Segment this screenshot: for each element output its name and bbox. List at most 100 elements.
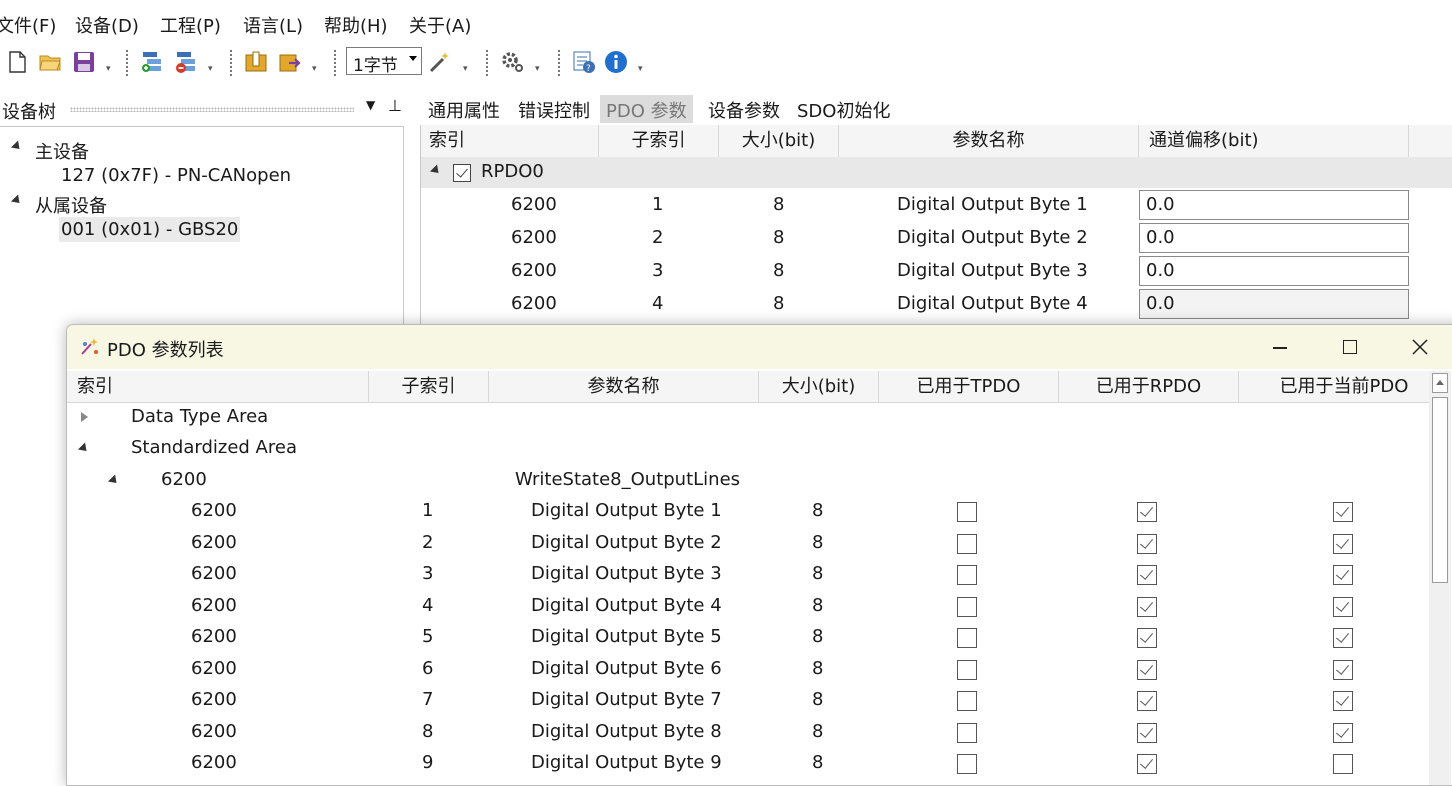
offset-field[interactable]: 0.0 — [1139, 289, 1409, 319]
gear-icon[interactable] — [500, 50, 524, 74]
menu-help[interactable]: 帮助(H) — [324, 12, 388, 38]
current-pdo-checkbox[interactable] — [1333, 596, 1353, 617]
minimize-button[interactable] — [1245, 325, 1315, 369]
table-row[interactable]: 6200 4 8 Digital Output Byte 4 0.0 — [421, 288, 1452, 321]
current-pdo-checkbox[interactable] — [1333, 722, 1353, 743]
collapse-icon[interactable] — [107, 474, 121, 487]
tpdo-checkbox[interactable] — [957, 565, 977, 585]
current-pdo-checkbox[interactable] — [1333, 628, 1353, 648]
table-row[interactable]: 6200 7 Digital Output Byte 7 8 — [67, 685, 1429, 716]
rpdo-group-row[interactable]: RPDO0 — [421, 157, 1452, 188]
byte-size-combo[interactable]: 1字节 — [346, 47, 422, 76]
table-row[interactable]: 6200 5 Digital Output Byte 5 8 — [67, 622, 1429, 653]
tree-row[interactable]: 6200 WriteState8_OutputLines — [67, 465, 1429, 496]
table-row[interactable]: 6200 2 Digital Output Byte 2 8 — [67, 528, 1429, 559]
tab-general[interactable]: 通用属性 — [422, 95, 506, 123]
scroll-up-button[interactable] — [1432, 373, 1448, 393]
tree-row[interactable]: Standardized Area — [67, 433, 1429, 464]
remove-device-icon[interactable] — [174, 50, 198, 74]
tpdo-checkbox[interactable] — [957, 691, 977, 711]
col-param-name[interactable]: 参数名称 — [489, 371, 759, 402]
col-size[interactable]: 大小(bit) — [719, 125, 839, 157]
tpdo-checkbox[interactable] — [957, 659, 977, 680]
offset-field[interactable]: 0.0 — [1139, 223, 1409, 253]
panel-menu-icon[interactable]: ▼ — [366, 98, 375, 112]
rpdo-checkbox[interactable] — [1137, 722, 1157, 743]
tab-device-params[interactable]: 设备参数 — [702, 95, 786, 123]
col-index[interactable]: 索引 — [67, 371, 369, 402]
menu-language[interactable]: 语言(L) — [243, 12, 303, 38]
expand-icon[interactable] — [81, 412, 88, 422]
offset-field[interactable]: 0.0 — [1139, 256, 1409, 286]
tab-error-control[interactable]: 错误控制 — [512, 95, 596, 123]
save-dropdown-icon[interactable]: ▾ — [106, 64, 111, 74]
table-row[interactable]: 6200 1 Digital Output Byte 1 8 — [67, 496, 1429, 527]
table-row[interactable]: 6200 3 Digital Output Byte 3 8 — [67, 559, 1429, 590]
rpdo-checkbox[interactable] — [1137, 754, 1157, 774]
dialog-title-bar[interactable]: PDO 参数列表 — [67, 325, 1452, 369]
table-row[interactable]: 6200 3 8 Digital Output Byte 3 0.0 — [421, 255, 1452, 288]
menu-device[interactable]: 设备(D) — [75, 12, 139, 38]
current-pdo-checkbox[interactable] — [1333, 754, 1353, 774]
maximize-button[interactable] — [1315, 325, 1385, 369]
expand-icon[interactable] — [429, 164, 443, 177]
info-dropdown-icon[interactable]: ▾ — [638, 64, 643, 74]
menu-file[interactable]: 文件(F) — [0, 12, 56, 38]
current-pdo-checkbox[interactable] — [1333, 533, 1353, 554]
vertical-scrollbar[interactable] — [1429, 371, 1451, 785]
col-param-name[interactable]: 参数名称 — [839, 125, 1139, 157]
current-pdo-checkbox[interactable] — [1333, 565, 1353, 585]
scroll-thumb[interactable] — [1432, 397, 1448, 583]
current-pdo-checkbox[interactable] — [1333, 691, 1353, 711]
open-folder-icon[interactable] — [38, 50, 62, 74]
table-row[interactable]: 6200 9 Digital Output Byte 9 8 — [67, 748, 1429, 779]
table-row[interactable]: 6200 2 8 Digital Output Byte 2 0.0 — [421, 222, 1452, 255]
tpdo-checkbox[interactable] — [957, 533, 977, 554]
table-row[interactable]: 6200 6 Digital Output Byte 6 8 — [67, 654, 1429, 685]
rpdo-checkbox[interactable] — [1137, 565, 1157, 585]
chevron-down-icon[interactable] — [409, 56, 417, 61]
tab-pdo[interactable]: PDO 参数 — [600, 95, 693, 123]
expand-icon[interactable] — [10, 140, 24, 153]
transfer-dropdown-icon[interactable]: ▾ — [312, 64, 317, 74]
collapse-icon[interactable] — [77, 442, 91, 455]
menu-project[interactable]: 工程(P) — [160, 12, 221, 38]
download-icon[interactable] — [278, 50, 302, 74]
tree-item-slaves[interactable]: 从属设备 — [35, 192, 107, 218]
col-size[interactable]: 大小(bit) — [759, 371, 879, 402]
add-device-icon[interactable] — [140, 50, 164, 74]
expand-icon[interactable] — [10, 194, 24, 207]
tree-item-master-device[interactable]: 127 (0x7F) - PN-CANopen — [61, 165, 291, 186]
menu-about[interactable]: 关于(A) — [409, 12, 471, 38]
col-used-current[interactable]: 已用于当前PDO — [1239, 371, 1449, 402]
tpdo-checkbox[interactable] — [957, 628, 977, 648]
tree-item-master[interactable]: 主设备 — [35, 138, 89, 164]
pin-icon[interactable]: ⊥ — [388, 96, 402, 115]
col-subindex[interactable]: 子索引 — [599, 125, 719, 157]
save-icon[interactable] — [72, 50, 96, 74]
rpdo-checkbox[interactable] — [1137, 659, 1157, 680]
tpdo-checkbox[interactable] — [957, 596, 977, 617]
table-row[interactable]: 6200 8 Digital Output Byte 8 8 — [67, 717, 1429, 748]
col-offset[interactable]: 通道偏移(bit) — [1139, 125, 1409, 157]
tab-sdo-init[interactable]: SDO初始化 — [791, 95, 896, 123]
col-index[interactable]: 索引 — [421, 125, 599, 157]
col-subindex[interactable]: 子索引 — [369, 371, 489, 402]
rpdo-checkbox[interactable] — [1137, 502, 1157, 522]
info-icon[interactable] — [604, 50, 628, 74]
rpdo-checkbox[interactable] — [1137, 533, 1157, 554]
table-row[interactable]: 6200 1 8 Digital Output Byte 1 0.0 — [421, 189, 1452, 222]
device-dropdown-icon[interactable]: ▾ — [208, 64, 213, 74]
panel-grip[interactable] — [70, 107, 354, 112]
wand-dropdown-icon[interactable]: ▾ — [463, 64, 468, 74]
tpdo-checkbox[interactable] — [957, 754, 977, 774]
gear-dropdown-icon[interactable]: ▾ — [535, 64, 540, 74]
rpdo-checkbox[interactable] — [1137, 628, 1157, 648]
col-used-tpdo[interactable]: 已用于TPDO — [879, 371, 1059, 402]
rpdo-checkbox[interactable] — [1137, 691, 1157, 711]
rpdo-checkbox[interactable] — [1137, 596, 1157, 617]
tree-item-slave-device[interactable]: 001 (0x01) - GBS20 — [59, 217, 241, 242]
rpdo-checkbox[interactable] — [453, 164, 471, 182]
new-file-icon[interactable] — [5, 50, 29, 74]
upload-icon[interactable] — [244, 50, 268, 74]
